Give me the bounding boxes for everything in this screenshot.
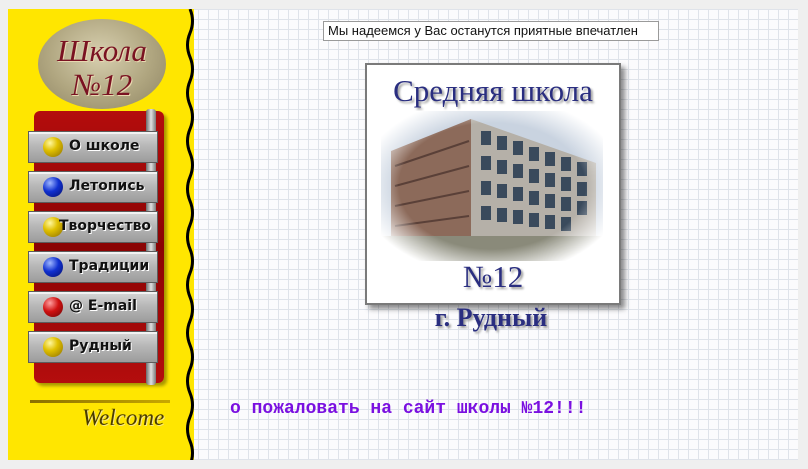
welcome-label: Welcome (82, 405, 165, 430)
blue-ball-icon (43, 177, 63, 197)
menu-item-rudny[interactable]: Рудный (28, 331, 158, 363)
welcome-marquee-text: о пожаловать на сайт школы №12!!! (230, 399, 587, 419)
menu-item-label: @ E-mail (69, 298, 137, 314)
menu-item-label: Рудный (69, 338, 132, 354)
school-photo-card: Средняя школа №12 (365, 63, 621, 305)
card-title: Средняя школа (393, 73, 593, 108)
city-label: г. Рудный (434, 303, 548, 332)
card-school-number: №12 (462, 259, 524, 294)
school-logo[interactable]: Школа №12 (38, 19, 166, 109)
sidebar: Школа №12 О школе Летопись Творчество Тр… (8, 9, 194, 460)
red-ball-icon (43, 297, 63, 317)
menu-item-chronicle[interactable]: Летопись (28, 171, 158, 203)
menu-item-about[interactable]: О школе (28, 131, 158, 163)
yellow-ball-icon (43, 137, 63, 157)
welcome-divider (30, 400, 170, 403)
menu-item-label: О школе (69, 138, 140, 154)
blue-ball-icon (43, 257, 63, 277)
menu-item-traditions[interactable]: Традиции (28, 251, 158, 283)
page-frame: Школа №12 О школе Летопись Творчество Тр… (8, 9, 798, 460)
logo-text-number: №12 (71, 67, 133, 102)
logo-text-school: Школа (57, 33, 147, 68)
yellow-ball-icon (43, 337, 63, 357)
menu-item-creativity[interactable]: Творчество (28, 211, 158, 243)
menu-item-label: Летопись (69, 178, 145, 194)
menu-item-label: Творчество (59, 218, 152, 234)
menu-item-label: Традиции (69, 258, 150, 274)
school-building-image (381, 111, 603, 261)
wavy-edge (186, 9, 194, 460)
marquee-ticker: Мы надеемся у Вас останутся приятные впе… (323, 21, 659, 41)
menu-item-email[interactable]: @ E-mail (28, 291, 158, 323)
